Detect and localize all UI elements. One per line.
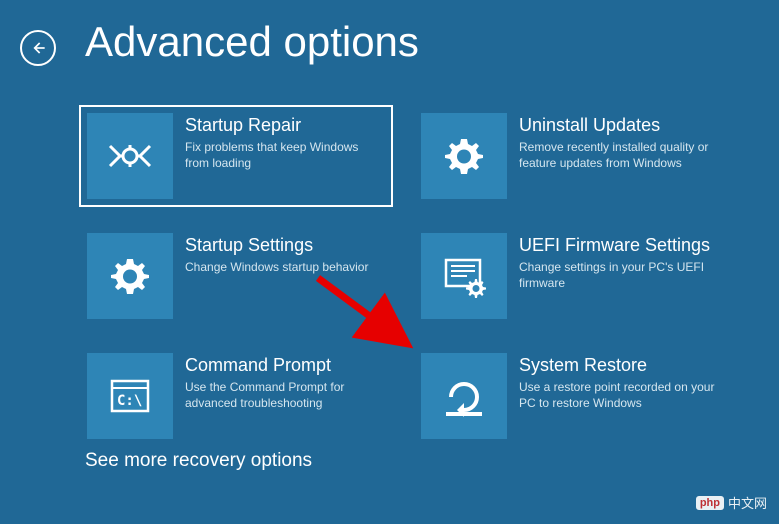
tile-title: System Restore xyxy=(519,355,719,376)
startup-repair-icon xyxy=(87,113,173,199)
back-arrow-icon xyxy=(28,38,48,58)
tile-text: Uninstall Updates Remove recently instal… xyxy=(507,113,719,171)
tile-title: Command Prompt xyxy=(185,355,385,376)
tile-text: Startup Settings Change Windows startup … xyxy=(173,233,385,275)
options-grid: Startup Repair Fix problems that keep Wi… xyxy=(80,106,726,446)
tile-desc: Fix problems that keep Windows from load… xyxy=(185,139,385,171)
svg-text:C:\: C:\ xyxy=(117,393,142,409)
option-startup-settings[interactable]: Startup Settings Change Windows startup … xyxy=(80,226,392,326)
tile-text: Startup Repair Fix problems that keep Wi… xyxy=(173,113,385,171)
tile-desc: Use the Command Prompt for advanced trou… xyxy=(185,379,385,411)
restore-icon xyxy=(421,353,507,439)
tile-title: Startup Repair xyxy=(185,115,385,136)
watermark-text: 中文网 xyxy=(728,493,767,512)
tile-desc: Use a restore point recorded on your PC … xyxy=(519,379,719,411)
tile-text: System Restore Use a restore point recor… xyxy=(507,353,719,411)
tile-desc: Remove recently installed quality or fea… xyxy=(519,139,719,171)
option-system-restore[interactable]: System Restore Use a restore point recor… xyxy=(414,346,726,446)
tile-text: Command Prompt Use the Command Prompt fo… xyxy=(173,353,385,411)
uefi-icon xyxy=(421,233,507,319)
back-button[interactable] xyxy=(20,30,56,66)
more-recovery-options[interactable]: See more recovery options xyxy=(85,450,312,472)
option-startup-repair[interactable]: Startup Repair Fix problems that keep Wi… xyxy=(80,106,392,206)
watermark: php 中文网 xyxy=(696,493,767,512)
tile-title: UEFI Firmware Settings xyxy=(519,235,719,256)
tile-text: UEFI Firmware Settings Change settings i… xyxy=(507,233,719,291)
tile-title: Uninstall Updates xyxy=(519,115,719,136)
cmd-icon: C:\ xyxy=(87,353,173,439)
watermark-badge: php xyxy=(696,496,724,510)
tile-desc: Change Windows startup behavior xyxy=(185,259,385,275)
page-title: Advanced options xyxy=(85,18,419,66)
tile-desc: Change settings in your PC's UEFI firmwa… xyxy=(519,259,719,291)
option-uefi-firmware[interactable]: UEFI Firmware Settings Change settings i… xyxy=(414,226,726,326)
gear-icon xyxy=(87,233,173,319)
option-command-prompt[interactable]: C:\ Command Prompt Use the Command Promp… xyxy=(80,346,392,446)
tile-title: Startup Settings xyxy=(185,235,385,256)
gear-icon xyxy=(421,113,507,199)
option-uninstall-updates[interactable]: Uninstall Updates Remove recently instal… xyxy=(414,106,726,206)
